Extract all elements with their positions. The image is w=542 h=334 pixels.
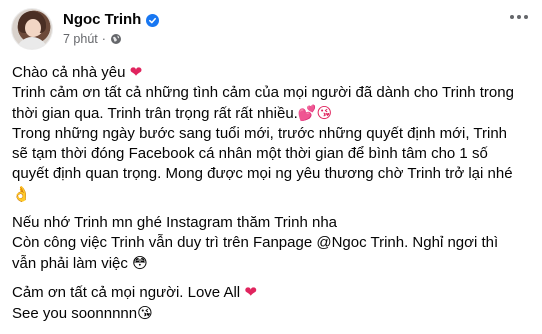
red-heart-emoji: ❤ xyxy=(244,283,257,301)
post-paragraph-2: Nếu nhớ Trinh mn ghé Instagram thăm Trin… xyxy=(12,213,532,274)
post-line: Nếu nhớ Trinh mn ghé Instagram thăm Trin… xyxy=(12,214,338,231)
post-paragraph-1: Chào cả nhà yêu ❤ Trinh cảm ơn tất cả nh… xyxy=(12,62,532,205)
globe-icon[interactable] xyxy=(110,33,122,45)
more-options-icon-dot xyxy=(517,15,521,19)
post-line: quyết định quan trọng. Mong được mọi ng … xyxy=(12,165,513,182)
author-row: Ngoc Trinh xyxy=(63,11,160,29)
two-hearts-kiss-emoji: 💕😘 xyxy=(297,104,333,122)
post-line: sẽ tạm thời đóng Facebook cá nhân một th… xyxy=(12,145,488,162)
post-line: Cảm ơn tất cả mọi người. Love All ❤ xyxy=(12,283,257,301)
peeking-face-emoji: 😳 xyxy=(132,254,148,272)
meta-separator: · xyxy=(101,32,106,46)
post-line: Trinh cảm ơn tất cả những tình cảm của m… xyxy=(12,84,514,101)
post-meta: 7 phút · xyxy=(63,31,122,47)
more-options-icon-dot xyxy=(510,15,514,19)
blowing-kiss-emoji: 😘 xyxy=(137,304,153,322)
post-line: 👌 xyxy=(12,184,532,205)
ok-hand-emoji: 👌 xyxy=(12,185,31,203)
post-line: vẫn phải làm việc 😳 xyxy=(12,254,148,272)
post-line: Trong những ngày bước sang tuổi mới, trư… xyxy=(12,125,508,142)
post-line: thời gian qua. Trinh trân trọng rất rất … xyxy=(12,104,333,122)
avatar-face xyxy=(25,19,41,37)
verified-badge-icon xyxy=(146,13,160,27)
post-paragraph-3: Cảm ơn tất cả mọi người. Love All ❤ See … xyxy=(12,282,532,324)
post-content: Chào cả nhà yêu ❤ Trinh cảm ơn tất cả nh… xyxy=(12,62,532,332)
author-avatar[interactable] xyxy=(12,9,52,49)
post-line: Chào cả nhà yêu ❤ xyxy=(12,63,143,81)
author-name[interactable]: Ngoc Trinh xyxy=(63,11,141,29)
more-options-icon-dot xyxy=(524,15,528,19)
red-heart-emoji: ❤ xyxy=(129,63,143,81)
post-time[interactable]: 7 phút xyxy=(63,32,98,46)
avatar-shirt xyxy=(16,37,48,49)
post-line: See you soonnnnn😘 xyxy=(12,304,153,322)
more-options-button[interactable] xyxy=(504,4,534,30)
post-line: Còn công việc Trinh vẫn duy trì trên Fan… xyxy=(12,234,499,251)
facebook-post: Ngoc Trinh 7 phút · Chào cả nhà yêu ❤ Tr… xyxy=(0,0,542,334)
